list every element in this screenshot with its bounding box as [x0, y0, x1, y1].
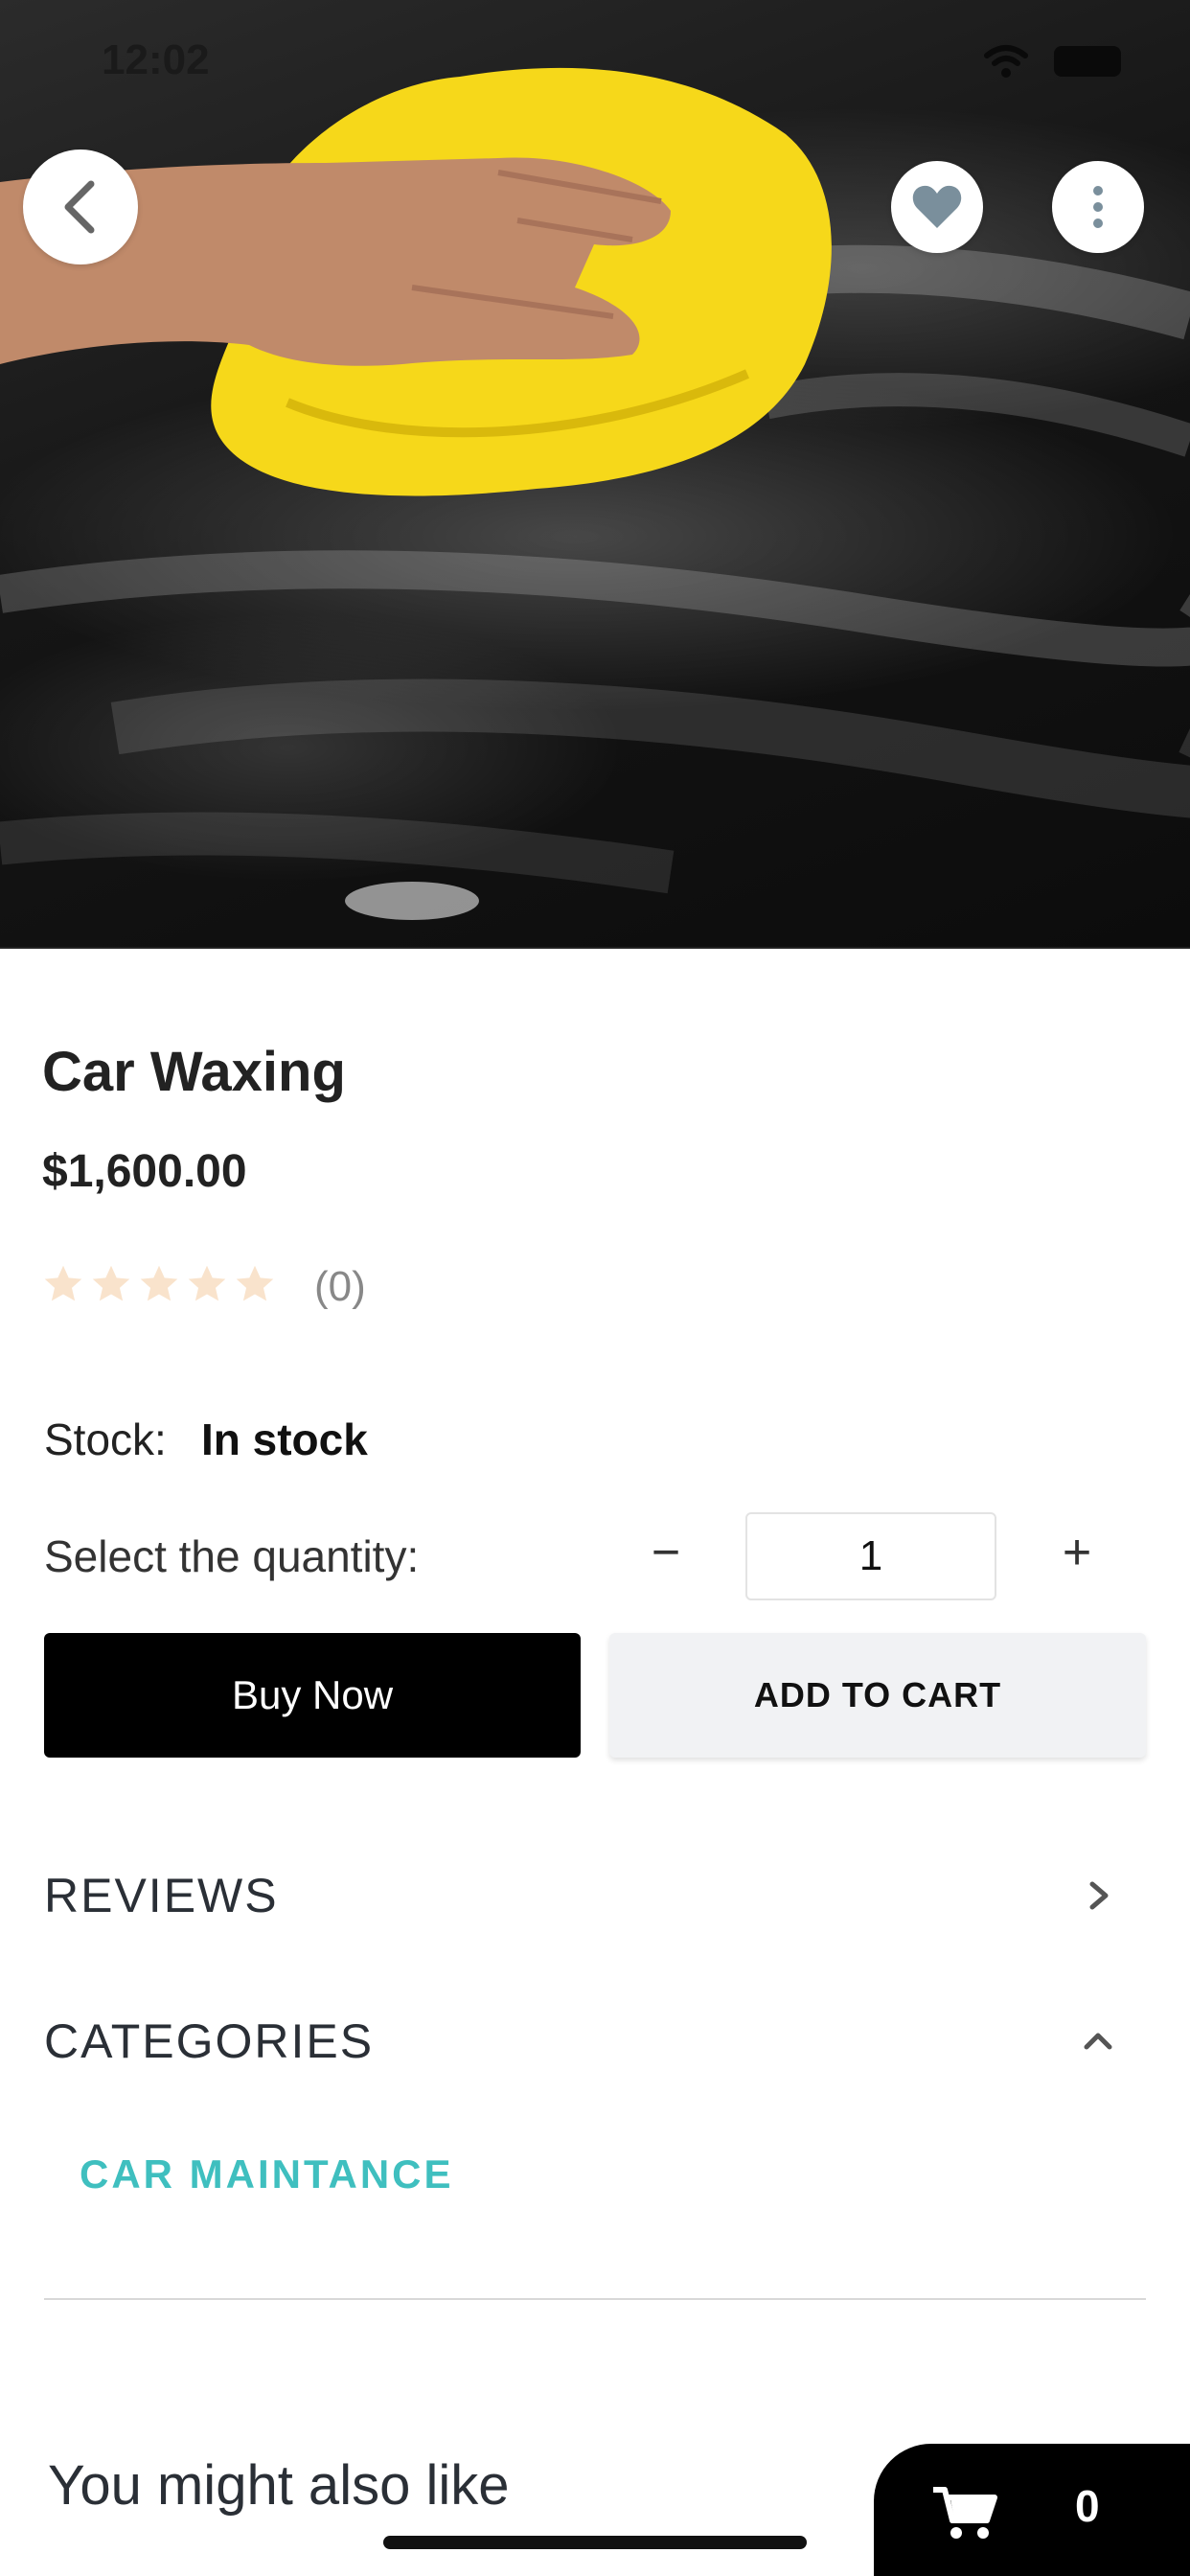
- wifi-icon: [984, 45, 1028, 78]
- add-to-cart-button[interactable]: ADD TO CART: [609, 1633, 1146, 1758]
- stock-value: In stock: [201, 1414, 368, 1464]
- star-icon: [188, 1265, 226, 1301]
- rating-stars: [42, 1263, 276, 1305]
- star-icon: [236, 1265, 274, 1301]
- quantity-input[interactable]: 1: [745, 1512, 996, 1600]
- categories-title: CATEGORIES: [44, 2014, 375, 2068]
- rating-count: (0): [314, 1263, 366, 1310]
- cart-icon: [933, 2487, 997, 2539]
- battery-icon: [1054, 46, 1121, 77]
- star-icon: [92, 1265, 130, 1301]
- product-price: $1,600.00: [42, 1146, 247, 1197]
- back-button[interactable]: [23, 150, 138, 264]
- more-options-button[interactable]: [1052, 161, 1144, 253]
- product-hero-image: 12:02: [0, 0, 1190, 949]
- product-title: Car Waxing: [42, 1041, 346, 1103]
- categories-section-header[interactable]: CATEGORIES: [44, 2003, 1146, 2080]
- divider: [44, 2298, 1146, 2300]
- star-icon: [44, 1265, 82, 1301]
- more-vertical-icon: [1093, 186, 1103, 228]
- category-link[interactable]: CAR MAINTANCE: [80, 2151, 454, 2197]
- chevron-up-icon: [1084, 2033, 1112, 2050]
- heart-icon: [912, 185, 962, 228]
- stock-label: Stock:: [44, 1414, 167, 1464]
- cart-button[interactable]: 0: [874, 2444, 1190, 2576]
- reviews-section-header[interactable]: REVIEWS: [44, 1857, 1146, 1934]
- star-icon: [140, 1265, 178, 1301]
- status-time: 12:02: [102, 36, 210, 83]
- quantity-label: Select the quantity:: [44, 1531, 420, 1581]
- quantity-increment-button[interactable]: +: [1048, 1519, 1106, 1586]
- chevron-right-icon: [1089, 1881, 1109, 1910]
- home-indicator: [383, 2536, 807, 2549]
- buy-now-button[interactable]: Buy Now: [44, 1633, 581, 1758]
- back-icon: [64, 180, 95, 234]
- favorite-button[interactable]: [891, 161, 983, 253]
- quantity-decrement-button[interactable]: −: [637, 1519, 695, 1586]
- cart-count: 0: [1075, 2481, 1100, 2531]
- status-bar: 12:02: [0, 0, 1190, 125]
- reviews-title: REVIEWS: [44, 1869, 279, 1922]
- car-waxing-photo: [0, 67, 1190, 920]
- recommendations-title: You might also like: [48, 2454, 510, 2517]
